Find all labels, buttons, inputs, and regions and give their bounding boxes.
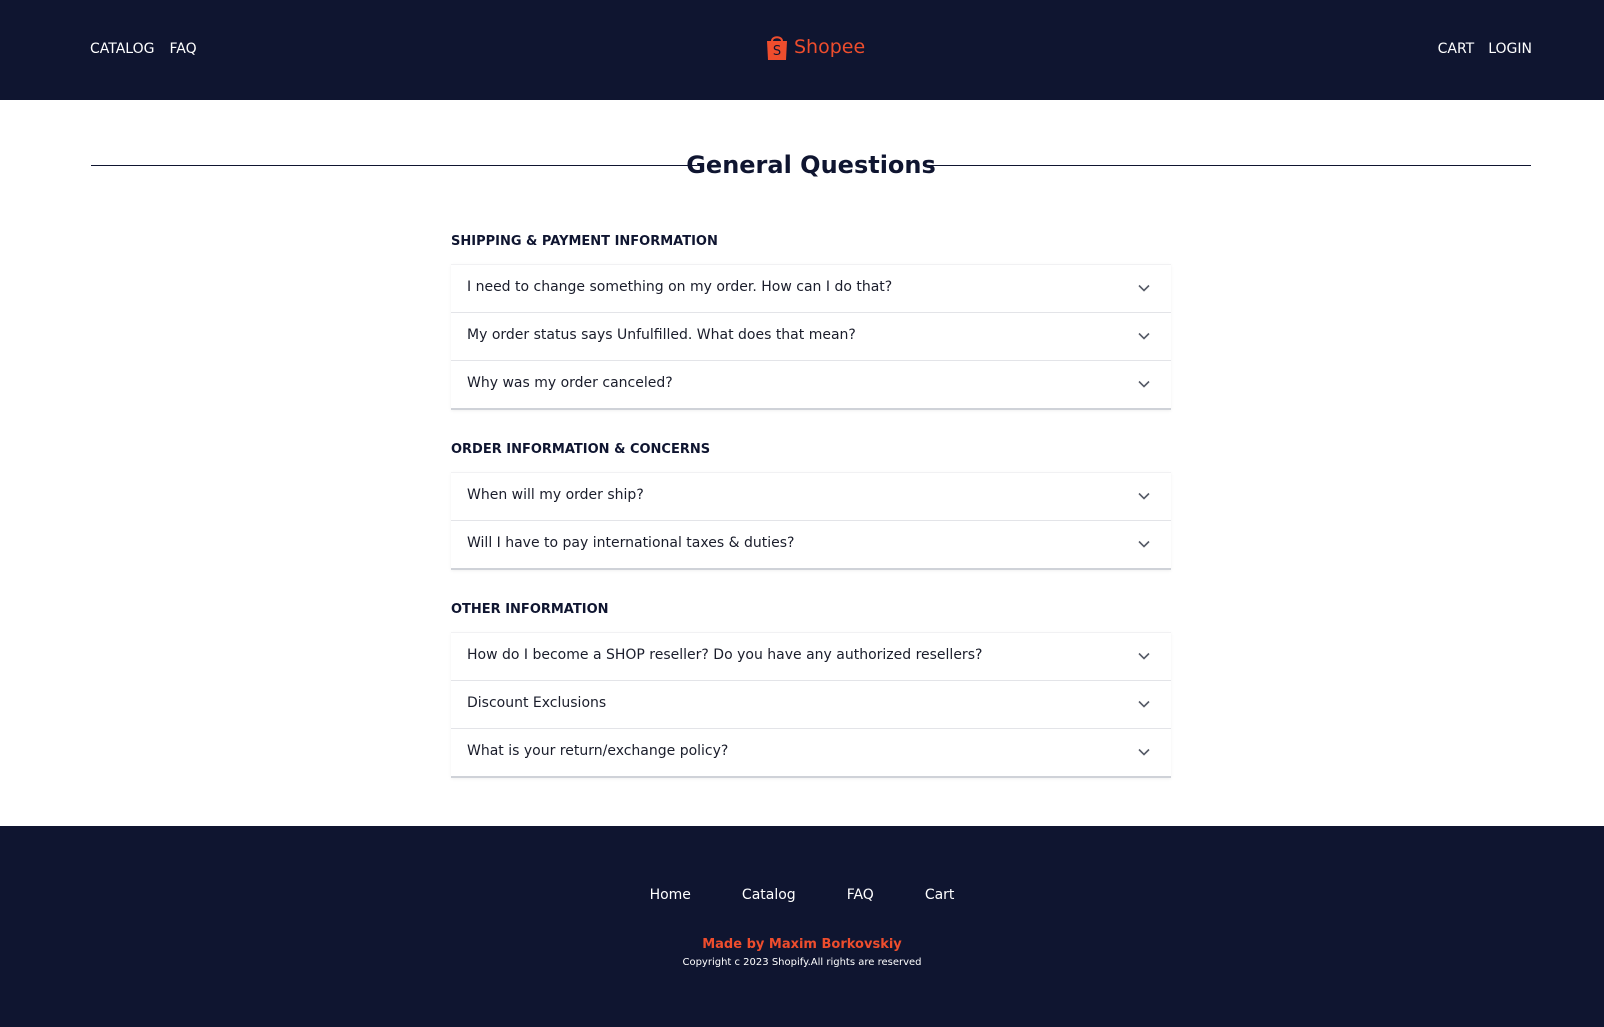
chevron-down-icon	[1138, 380, 1150, 388]
faq-group-other: How do I become a SHOP reseller? Do you …	[451, 632, 1171, 778]
faq-item[interactable]: When will my order ship?	[451, 472, 1171, 520]
chevron-down-icon	[1138, 332, 1150, 340]
faq-item[interactable]: How do I become a SHOP reseller? Do you …	[451, 632, 1171, 680]
faq-item[interactable]: What is your return/exchange policy?	[451, 728, 1171, 776]
footer-home-link[interactable]: Home	[650, 887, 691, 903]
site-header: CATALOG FAQ S Shopee CART LOGIN	[0, 0, 1604, 100]
logo-text: Shopee	[794, 36, 866, 58]
nav-cart-link[interactable]: CART	[1438, 41, 1475, 57]
nav-login-link[interactable]: LOGIN	[1488, 41, 1532, 57]
header-nav-right: CART LOGIN	[1438, 41, 1532, 57]
section-title-other: OTHER INFORMATION	[451, 602, 609, 617]
section-title-order: ORDER INFORMATION & CONCERNS	[451, 442, 711, 457]
footer-catalog-link[interactable]: Catalog	[742, 887, 796, 903]
shopee-logo[interactable]: S Shopee	[765, 33, 865, 61]
chevron-down-icon	[1138, 652, 1150, 660]
faq-question: I need to change something on my order. …	[467, 279, 893, 295]
faq-item[interactable]: My order status says Unfulfilled. What d…	[451, 312, 1171, 360]
faq-item[interactable]: I need to change something on my order. …	[451, 264, 1171, 312]
faq-question: My order status says Unfulfilled. What d…	[467, 327, 856, 343]
faq-question: Why was my order canceled?	[467, 375, 673, 391]
faq-item[interactable]: Why was my order canceled?	[451, 360, 1171, 408]
footer-copyright: Copyright c 2023 Shopify.All rights are …	[682, 957, 922, 968]
faq-question: When will my order ship?	[467, 487, 644, 503]
page-title-row: General Questions	[91, 149, 1531, 183]
nav-faq-link[interactable]: FAQ	[169, 41, 196, 57]
faq-question: Will I have to pay international taxes &…	[467, 535, 795, 551]
chevron-down-icon	[1138, 700, 1150, 708]
chevron-down-icon	[1138, 748, 1150, 756]
faq-question: How do I become a SHOP reseller? Do you …	[467, 647, 983, 663]
footer-faq-link[interactable]: FAQ	[847, 887, 874, 903]
chevron-down-icon	[1138, 540, 1150, 548]
shopping-bag-icon: S	[767, 36, 787, 60]
faq-item[interactable]: Discount Exclusions	[451, 680, 1171, 728]
footer-cart-link[interactable]: Cart	[925, 887, 955, 903]
footer-credit: Made by Maxim Borkovskiy	[702, 937, 902, 952]
faq-question: What is your return/exchange policy?	[467, 743, 729, 759]
logo-bag-letter: S	[773, 44, 781, 59]
site-footer: Home Catalog FAQ Cart Made by Maxim Bork…	[0, 826, 1604, 1027]
faq-group-order: When will my order ship? Will I have to …	[451, 472, 1171, 570]
faq-group-shipping: I need to change something on my order. …	[451, 264, 1171, 410]
faq-item[interactable]: Will I have to pay international taxes &…	[451, 520, 1171, 568]
nav-catalog-link[interactable]: CATALOG	[90, 41, 154, 57]
header-nav-left: CATALOG FAQ	[90, 41, 197, 57]
section-title-shipping: SHIPPING & PAYMENT INFORMATION	[451, 234, 718, 249]
footer-nav: Home Catalog FAQ Cart	[0, 887, 1604, 903]
faq-question: Discount Exclusions	[467, 695, 607, 711]
chevron-down-icon	[1138, 492, 1150, 500]
chevron-down-icon	[1138, 284, 1150, 292]
title-divider-right	[923, 165, 1531, 166]
